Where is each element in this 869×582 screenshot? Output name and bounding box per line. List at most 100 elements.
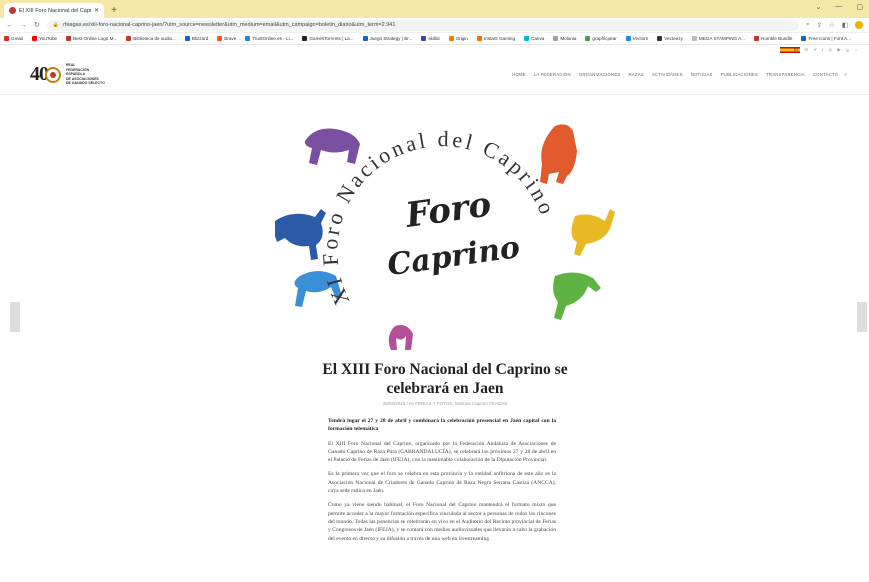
bookmark-item[interactable]: Vecteezy: [657, 36, 683, 41]
tab-close-icon[interactable]: ✕: [94, 7, 99, 14]
bookmark-favicon-icon: [362, 36, 368, 41]
toolbar-actions: ⌕ ⇪ ☆ ◧: [806, 21, 863, 29]
nav-item-publicaciones[interactable]: PUBLICACIONES: [721, 72, 758, 77]
bookmark-item[interactable]: TrustOnline.es - Li...: [245, 36, 293, 41]
forward-icon[interactable]: →: [20, 22, 27, 29]
bookmark-item[interactable]: Juego Strategy | Br...: [362, 36, 413, 41]
bookmark-item[interactable]: Free Icons | Font A...: [801, 36, 851, 41]
instagram-icon[interactable]: ◎: [828, 47, 832, 53]
bookmark-label: skillid: [428, 36, 440, 41]
bookmark-item[interactable]: GamesTorrents | La...: [302, 36, 354, 41]
article-paragraph-2: Es la primera vez que el foro se celebra…: [328, 471, 556, 495]
logo-text: REAL FEDERACIÓN ESPAÑOLA DE ASOCIACIONES DE …: [66, 63, 105, 86]
bookmark-label: Best Online Logo M...: [73, 36, 118, 41]
bookmark-item[interactable]: Instant Gaming: [476, 36, 516, 41]
bookmark-item[interactable]: Blizzard: [184, 36, 209, 41]
nav-item-razas[interactable]: RAZAS: [629, 72, 644, 77]
sidepanel-icon[interactable]: ◧: [842, 21, 848, 29]
prev-post-arrow[interactable]: [10, 302, 20, 332]
bookmarks-bar: Gmail YouTube Best Online Logo M... Bibliot…: [0, 33, 869, 45]
bookmark-item[interactable]: Origin: [448, 36, 468, 41]
bookmark-item[interactable]: Best Online Logo M...: [66, 36, 117, 41]
bookmark-item[interactable]: Biblioteca de audio...: [126, 36, 176, 41]
bookmark-label: YouTube: [39, 36, 58, 41]
bookmark-item[interactable]: Molonia: [553, 36, 576, 41]
bookmark-favicon-icon: [754, 36, 760, 41]
bookmark-item[interactable]: MEGA STAMPING A...: [691, 36, 745, 41]
yellow-goat: [571, 209, 615, 256]
bookmark-label: Juego Strategy | Br...: [369, 36, 413, 41]
facebook-icon[interactable]: f: [822, 48, 823, 53]
rss-icon[interactable]: ◔: [854, 48, 857, 53]
bookmark-item[interactable]: Vectorn: [625, 36, 648, 41]
bookmark-favicon-icon: [217, 36, 223, 41]
bookmark-item[interactable]: Brave: [217, 36, 236, 41]
bookmark-favicon-icon: [553, 36, 559, 41]
bookmark-favicon-icon: [691, 36, 697, 41]
bookmark-label: Free Icons | Font A...: [808, 36, 852, 41]
bookmark-label: GamesTorrents | La...: [309, 36, 354, 41]
site-favicon-icon: [9, 7, 16, 14]
hero-image: XI Foro Nacional del Caprino Foro Caprin…: [275, 124, 615, 350]
bookmark-favicon-icon: [625, 36, 631, 41]
main-navigation: HOME LA FEDERACIÓN ORGANIZACIONES RAZAS ACTI…: [512, 72, 838, 77]
maximize-icon[interactable]: ▢: [856, 3, 863, 11]
bookmark-label: Molonia: [560, 36, 577, 41]
purple-goat: [304, 128, 360, 165]
bookmark-item[interactable]: Gmail: [4, 36, 23, 41]
url-input[interactable]: 🔒 rfeagas.es/xiii-foro-nacional-caprino-…: [46, 19, 799, 31]
minimize-icon[interactable]: —: [835, 3, 842, 11]
bookmark-favicon-icon: [448, 36, 454, 41]
orange-goat: [540, 124, 577, 184]
youtube-icon[interactable]: ▶: [837, 47, 840, 53]
bookmark-label: Canva: [531, 36, 545, 41]
bookmark-favicon-icon: [126, 36, 132, 41]
bookmark-item[interactable]: graphicpear: [585, 36, 617, 41]
nav-item-transparencia[interactable]: TRANSPARENCIA: [766, 72, 805, 77]
bookmark-favicon-icon: [476, 36, 482, 41]
zoom-icon[interactable]: ⌕: [806, 21, 810, 29]
bookmark-label: Instant Gaming: [483, 36, 516, 41]
new-tab-button[interactable]: +: [107, 3, 121, 17]
green-goat: [553, 272, 601, 320]
nav-item-home[interactable]: HOME: [512, 72, 526, 77]
federation-seal-icon: [45, 66, 61, 83]
browser-tab[interactable]: El XIII Foro Nacional del Caprino ✕: [4, 3, 104, 18]
nav-item-la-federaci-n[interactable]: LA FEDERACIÓN: [534, 72, 571, 77]
pink-goat: [388, 325, 413, 350]
bookmark-item[interactable]: Canva: [524, 36, 544, 41]
email-icon[interactable]: ✉: [805, 47, 809, 53]
bookmark-favicon-icon: [657, 36, 663, 41]
reload-icon[interactable]: ↻: [34, 21, 40, 29]
bookmark-label: Gmail: [11, 36, 23, 41]
nav-item-noticias[interactable]: NOTICIAS: [691, 72, 713, 77]
bookmark-star-icon[interactable]: ☆: [829, 21, 835, 29]
bookmark-item[interactable]: YouTube: [32, 36, 57, 41]
twitter-icon[interactable]: ✔: [813, 47, 817, 53]
tab-search-icon[interactable]: ⌄: [816, 3, 822, 11]
site-logo[interactable]: 40 REAL FEDERACIÓN ESPAÑOLA DE ASOCIACIONES…: [30, 63, 105, 86]
search-icon[interactable]: ⌕: [844, 72, 847, 78]
window-controls: ⌄ — ▢: [816, 3, 864, 11]
lock-icon[interactable]: 🔒: [53, 22, 59, 28]
share-icon[interactable]: ⇪: [817, 21, 822, 29]
nav-item-contacto[interactable]: CONTACTO: [813, 72, 838, 77]
nav-item-organizaciones[interactable]: ORGANIZACIONES: [579, 72, 621, 77]
back-icon[interactable]: ←: [6, 22, 13, 29]
bookmark-item[interactable]: skillid: [421, 36, 440, 41]
bookmark-item[interactable]: Humble Bundle: [754, 36, 792, 41]
nav-item-actividades[interactable]: ACTIVIDADES: [652, 72, 683, 77]
bookmark-favicon-icon: [32, 36, 37, 41]
bookmark-label: Blizzard: [191, 36, 209, 41]
site-header: 40 REAL FEDERACIÓN ESPAÑOLA DE ASOCIACIONES…: [0, 55, 869, 95]
bookmark-label: Humble Bundle: [761, 36, 793, 41]
article-paragraph-1: El XIII Foro Nacional del Caprino, organ…: [328, 440, 556, 464]
language-flag-icon[interactable]: ES: [779, 47, 800, 53]
article-lead: Tendrá lugar el 27 y 28 de abril y combi…: [328, 418, 556, 433]
url-text: rfeagas.es/xiii-foro-nacional-caprino-ja…: [63, 22, 396, 28]
next-post-arrow[interactable]: [857, 302, 867, 332]
linkedin-icon[interactable]: in: [846, 48, 850, 53]
browser-tab-bar: El XIII Foro Nacional del Caprino ✕ + ⌄ …: [0, 0, 869, 18]
bookmark-favicon-icon: [245, 36, 251, 41]
profile-avatar[interactable]: [855, 21, 863, 29]
